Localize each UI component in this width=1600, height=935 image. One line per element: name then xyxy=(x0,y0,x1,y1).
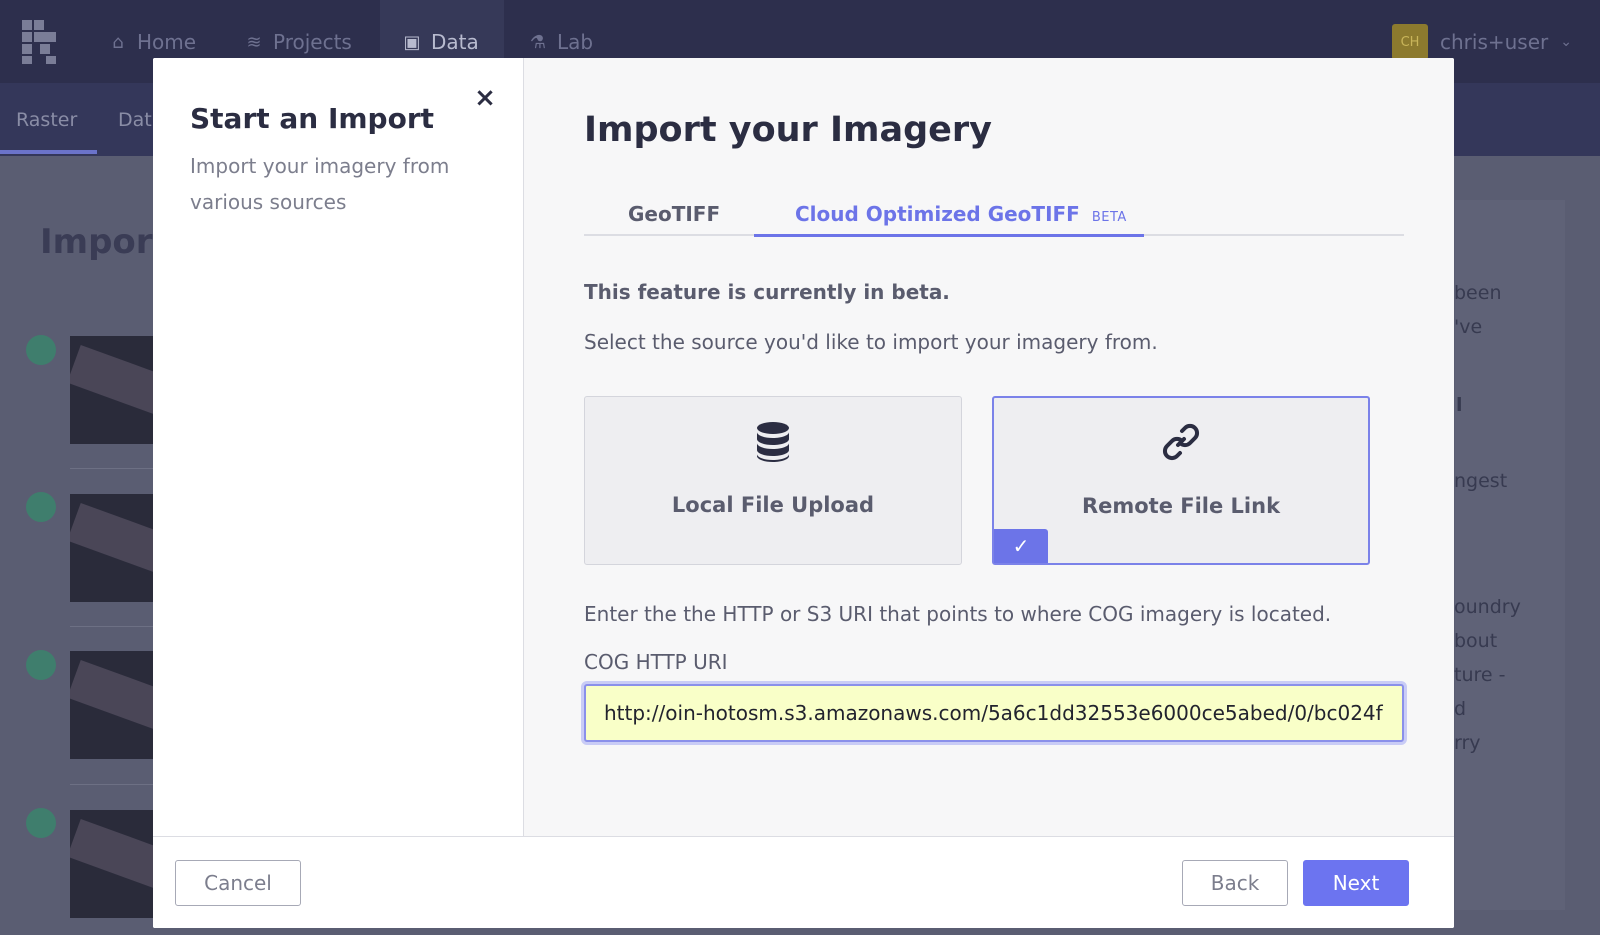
layers-icon: ≋ xyxy=(246,31,262,53)
lab-icon: ⚗ xyxy=(529,31,547,53)
source-card-local-file-upload[interactable]: Local File Upload xyxy=(584,396,962,565)
uri-field-label: COG HTTP URI xyxy=(584,650,728,674)
modal-sidebar-subtitle: Import your imagery from various sources xyxy=(190,154,450,214)
background-text: ture - xyxy=(1454,664,1506,686)
source-prompt: Select the source you'd like to import y… xyxy=(584,330,1158,354)
archive-icon: ▣ xyxy=(403,31,421,53)
source-card-label: Local File Upload xyxy=(671,493,875,517)
tab-label: GeoTIFF xyxy=(628,202,721,226)
tab-label: Cloud Optimized GeoTIFF xyxy=(795,202,1080,226)
imagery-thumbnail[interactable] xyxy=(70,494,160,602)
subnav-item-data[interactable]: Dat xyxy=(118,109,152,131)
back-button[interactable]: Back xyxy=(1182,860,1288,906)
home-icon: ⌂ xyxy=(112,31,124,53)
imagery-thumbnail[interactable] xyxy=(70,651,160,759)
background-text: d xyxy=(1454,698,1467,720)
tab-geotiff[interactable]: GeoTIFF xyxy=(628,202,720,226)
avatar: CH xyxy=(1392,24,1428,60)
background-text: 've xyxy=(1454,316,1483,338)
subnav-item-raster[interactable]: Raster xyxy=(16,109,77,131)
source-card-label: Remote File Link xyxy=(1081,494,1281,518)
tab-cloud-optimized-geotiff[interactable]: Cloud Optimized GeoTIFF BETA xyxy=(795,202,1127,226)
status-dot xyxy=(26,335,56,365)
background-page-title: Import xyxy=(40,222,169,262)
nav-item-label: Lab xyxy=(557,30,594,54)
beta-badge: BETA xyxy=(1091,210,1127,225)
close-icon: × xyxy=(474,83,496,113)
source-card-remote-file-link[interactable]: Remote File Link ✓ xyxy=(992,396,1370,565)
background-text: bout xyxy=(1454,630,1498,652)
background-text: l xyxy=(1456,394,1463,416)
divider xyxy=(70,784,160,785)
page-title: Import your Imagery xyxy=(584,110,992,150)
cancel-button[interactable]: Cancel xyxy=(175,860,301,906)
background-text: rry xyxy=(1454,732,1481,754)
divider xyxy=(70,626,160,627)
database-icon xyxy=(585,421,961,463)
chevron-down-icon: ⌄ xyxy=(1560,34,1572,50)
subnav-active-underline xyxy=(0,150,97,154)
nav-item-label: Data xyxy=(431,30,479,54)
check-icon: ✓ xyxy=(994,529,1048,563)
status-dot xyxy=(26,492,56,522)
user-name: chris+user xyxy=(1440,30,1549,54)
active-tab-underline xyxy=(754,234,1144,237)
cog-uri-input[interactable] xyxy=(584,684,1404,742)
modal-content: Import your Imagery GeoTIFF Cloud Optimi… xyxy=(524,58,1454,836)
background-text: been xyxy=(1454,282,1502,304)
modal-sidebar-title: Start an Import xyxy=(190,102,435,135)
divider xyxy=(70,468,160,469)
next-button[interactable]: Next xyxy=(1303,860,1409,906)
background-side-panel xyxy=(1455,200,1565,910)
link-icon xyxy=(994,422,1368,462)
status-dot xyxy=(26,808,56,838)
user-menu[interactable]: CH chris+user ⌄ xyxy=(1392,24,1572,60)
modal-sidebar: × Start an Import Import your imagery fr… xyxy=(153,58,524,836)
import-type-tabs: GeoTIFF Cloud Optimized GeoTIFF BETA xyxy=(584,180,1404,237)
modal-footer: Cancel Back Next xyxy=(153,836,1454,928)
nav-item-lab[interactable]: ⚗ Lab xyxy=(528,24,593,60)
nav-item-projects[interactable]: ≋ Projects xyxy=(244,24,352,60)
nav-item-data[interactable]: ▣ Data xyxy=(402,24,479,60)
uri-help-text: Enter the the HTTP or S3 URI that points… xyxy=(584,602,1332,626)
nav-item-home[interactable]: ⌂ Home xyxy=(108,24,196,60)
beta-notice: This feature is currently in beta. xyxy=(584,280,950,304)
background-text: ngest xyxy=(1454,470,1508,492)
imagery-thumbnail[interactable] xyxy=(70,336,160,444)
app-logo[interactable] xyxy=(22,20,56,64)
close-button[interactable]: × xyxy=(471,83,499,113)
imagery-thumbnail[interactable] xyxy=(70,810,160,918)
nav-item-label: Home xyxy=(137,30,197,54)
nav-item-label: Projects xyxy=(273,30,352,54)
status-dot xyxy=(26,650,56,680)
import-modal: × Start an Import Import your imagery fr… xyxy=(153,58,1454,928)
background-text: oundry xyxy=(1454,596,1521,618)
